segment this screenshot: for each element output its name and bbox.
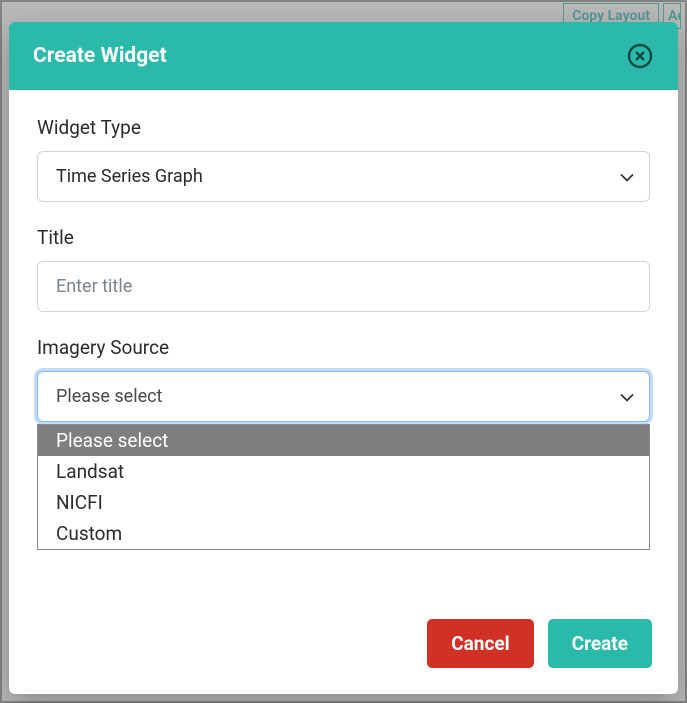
dropdown-option-nicfi[interactable]: NICFI — [38, 487, 649, 518]
title-group: Title — [37, 226, 650, 312]
modal-footer: Cancel Create — [9, 601, 678, 694]
title-input[interactable] — [37, 261, 650, 312]
close-icon — [627, 43, 653, 69]
cancel-button[interactable]: Cancel — [427, 619, 533, 668]
dropdown-option-custom[interactable]: Custom — [38, 518, 649, 549]
dropdown-option-please-select[interactable]: Please select — [38, 425, 649, 456]
imagery-source-label: Imagery Source — [37, 336, 650, 359]
imagery-source-select[interactable]: Please select Please select Landsat NICF… — [37, 371, 650, 422]
create-widget-modal: Create Widget Widget Type Time Series Gr… — [9, 22, 678, 694]
imagery-source-dropdown: Please select Landsat NICFI Custom — [37, 424, 650, 550]
dropdown-option-landsat[interactable]: Landsat — [38, 456, 649, 487]
create-button[interactable]: Create — [548, 619, 652, 668]
modal-body: Widget Type Time Series Graph Title Imag… — [9, 90, 678, 601]
modal-header: Create Widget — [9, 22, 678, 90]
imagery-source-group: Imagery Source Please select Please sele… — [37, 336, 650, 422]
close-button[interactable] — [626, 42, 654, 70]
widget-type-label: Widget Type — [37, 116, 650, 139]
modal-title: Create Widget — [33, 44, 167, 68]
imagery-source-value: Please select — [37, 371, 650, 422]
widget-type-select[interactable]: Time Series Graph — [37, 151, 650, 202]
widget-type-group: Widget Type Time Series Graph — [37, 116, 650, 202]
title-label: Title — [37, 226, 650, 249]
widget-type-value: Time Series Graph — [37, 151, 650, 202]
